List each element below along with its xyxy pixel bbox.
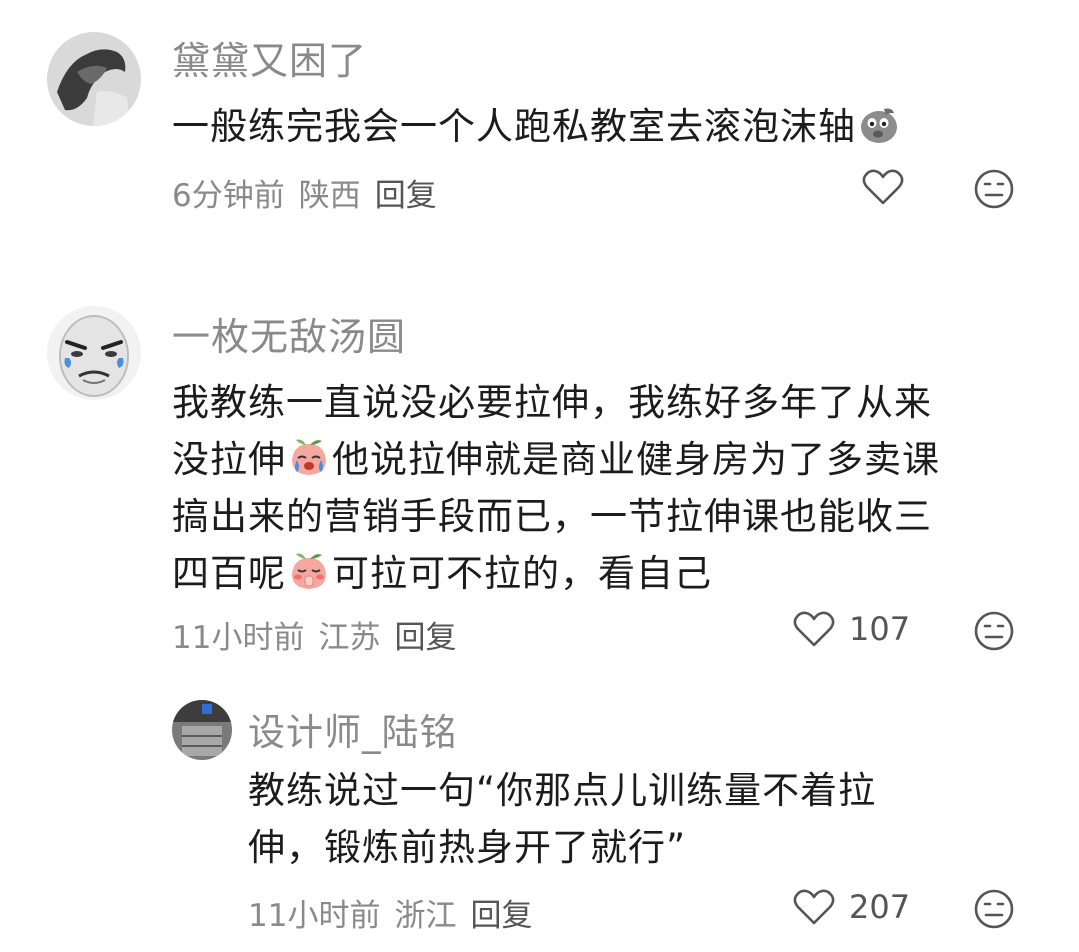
username[interactable]: 设计师_陆铭 bbox=[248, 702, 458, 756]
comment-line: 四百呢 可拉可不拉的，看自己 bbox=[172, 545, 1032, 602]
comment-time: 6分钟前 bbox=[172, 178, 285, 214]
comment-text-part: 可拉可不拉的，看自己 bbox=[332, 552, 712, 595]
comment-meta: 11小时前 江苏 回复 bbox=[172, 612, 470, 657]
comment-line: 搞出来的营销手段而已，一节拉伸课也能收三 bbox=[172, 495, 932, 538]
meh-face-icon bbox=[974, 611, 1014, 651]
heart-outline-icon bbox=[862, 169, 904, 205]
username[interactable]: 一枚无敌汤圆 bbox=[172, 306, 406, 361]
comment-time: 11小时前 bbox=[248, 898, 381, 934]
comment-text: 教练说过一句“你那点儿训练量不着拉 伸，锻炼前热身开了就行” bbox=[248, 762, 1038, 876]
like-button[interactable]: 207 bbox=[793, 888, 910, 926]
comment-text-part: 他说拉伸就是商业健身房为了多卖课 bbox=[332, 438, 940, 481]
comment-meta: 11小时前 浙江 回复 bbox=[248, 890, 546, 935]
dislike-button[interactable] bbox=[973, 168, 1015, 214]
reply-button[interactable]: 回复 bbox=[470, 898, 532, 934]
comment-line: 没拉伸 他说拉伸就是商业健身房为了多卖课 bbox=[172, 431, 1032, 488]
comment-line: 教练说过一句“你那点儿训练量不着拉 bbox=[248, 769, 877, 812]
avatar[interactable] bbox=[47, 306, 141, 400]
comment-text: 我教练一直说没必要拉伸，我练好多年了从来 没拉伸 他说拉伸就是商业健身房为了多卖… bbox=[172, 374, 1032, 602]
meh-face-icon bbox=[974, 889, 1014, 929]
heart-outline-icon bbox=[793, 889, 835, 925]
peach-shy-emoji-icon bbox=[292, 553, 326, 589]
pig-sad-emoji-icon bbox=[861, 108, 897, 143]
reply-button[interactable]: 回复 bbox=[394, 620, 456, 656]
avatar[interactable] bbox=[172, 700, 232, 760]
comment-location: 陕西 bbox=[298, 178, 361, 214]
comment-location: 浙江 bbox=[394, 898, 457, 934]
comment-text-part: 四百呢 bbox=[172, 552, 286, 595]
comment-time: 11小时前 bbox=[172, 620, 305, 656]
comment-text-part: 一般练完我会一个人跑私教室去滚泡沫轴 bbox=[172, 105, 856, 148]
like-count: 207 bbox=[849, 888, 911, 926]
reply-button[interactable]: 回复 bbox=[375, 178, 437, 214]
comment-text: 一般练完我会一个人跑私教室去滚泡沫轴 bbox=[172, 98, 1032, 155]
dislike-button[interactable] bbox=[973, 610, 1015, 656]
like-button[interactable]: 107 bbox=[793, 610, 910, 648]
avatar[interactable] bbox=[47, 32, 141, 126]
comment-line: 伸，锻炼前热身开了就行” bbox=[248, 826, 687, 869]
comment-text-part: 没拉伸 bbox=[172, 438, 286, 481]
dislike-button[interactable] bbox=[973, 888, 1015, 934]
meh-face-icon bbox=[974, 169, 1014, 209]
comment-line: 我教练一直说没必要拉伸，我练好多年了从来 bbox=[172, 381, 932, 424]
comment-location: 江苏 bbox=[318, 620, 381, 656]
like-count: 107 bbox=[849, 610, 911, 648]
comment-meta: 6分钟前 陕西 回复 bbox=[172, 170, 451, 215]
like-button[interactable] bbox=[862, 168, 904, 206]
username[interactable]: 黛黛又困了 bbox=[172, 30, 367, 85]
peach-crying-emoji-icon bbox=[292, 439, 326, 475]
heart-outline-icon bbox=[793, 611, 835, 647]
